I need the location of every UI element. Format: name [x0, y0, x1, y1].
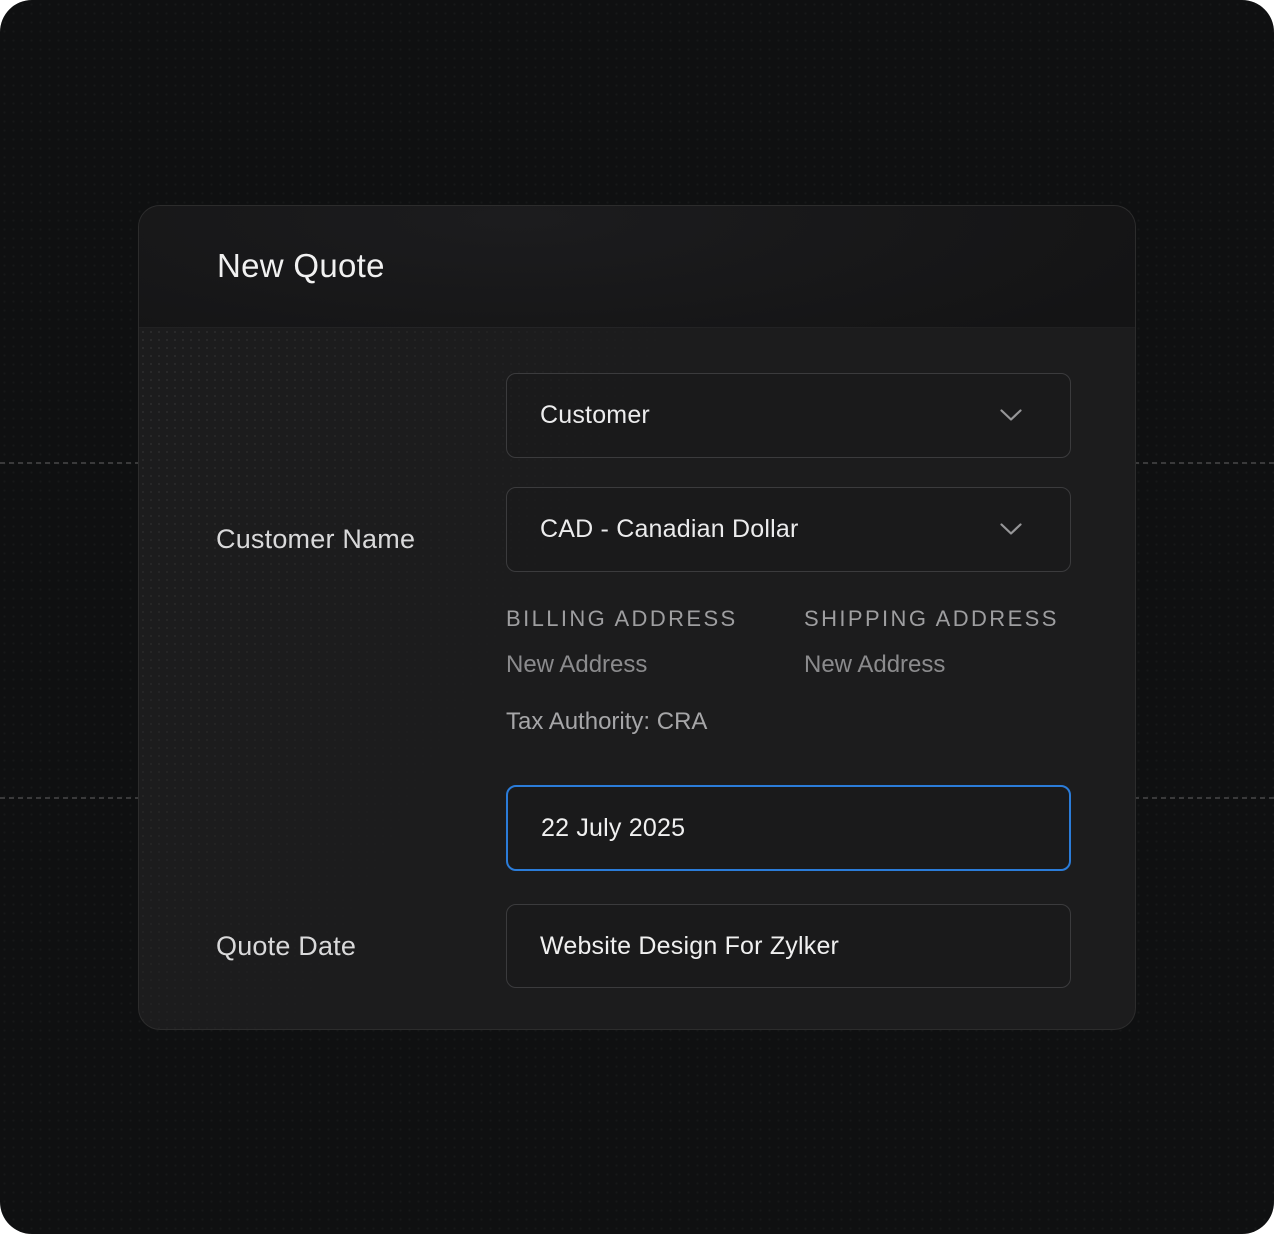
- new-quote-modal: New Quote Customer Name Customer CAD - C…: [138, 205, 1136, 1030]
- currency-select-value: CAD - Canadian Dollar: [540, 515, 1000, 544]
- tax-authority-text: Tax Authority: CRA: [506, 708, 1071, 736]
- modal-title: New Quote: [217, 247, 385, 285]
- project-name-input[interactable]: [506, 904, 1071, 988]
- customer-select[interactable]: Customer: [506, 373, 1071, 458]
- customer-select-value: Customer: [540, 401, 1000, 430]
- shipping-address-header: SHIPPING ADDRESS: [804, 606, 1071, 632]
- shipping-new-address-link[interactable]: New Address: [804, 651, 945, 679]
- quote-date-input[interactable]: [506, 785, 1071, 871]
- chevron-down-icon: [1000, 523, 1022, 536]
- quote-date-label: Quote Date: [216, 931, 356, 962]
- shipping-address-column: SHIPPING ADDRESS New Address: [804, 606, 1071, 679]
- chevron-down-icon: [1000, 409, 1022, 422]
- currency-select[interactable]: CAD - Canadian Dollar: [506, 487, 1071, 572]
- billing-new-address-link[interactable]: New Address: [506, 651, 647, 679]
- addresses-section: BILLING ADDRESS New Address SHIPPING ADD…: [506, 606, 1071, 736]
- modal-body: Customer Name Customer CAD - Canadian Do…: [139, 328, 1135, 1029]
- billing-address-header: BILLING ADDRESS: [506, 606, 804, 632]
- app-background: New Quote Customer Name Customer CAD - C…: [0, 0, 1274, 1234]
- modal-header: New Quote: [139, 206, 1135, 328]
- customer-name-label: Customer Name: [216, 524, 415, 555]
- billing-address-column: BILLING ADDRESS New Address: [506, 606, 804, 679]
